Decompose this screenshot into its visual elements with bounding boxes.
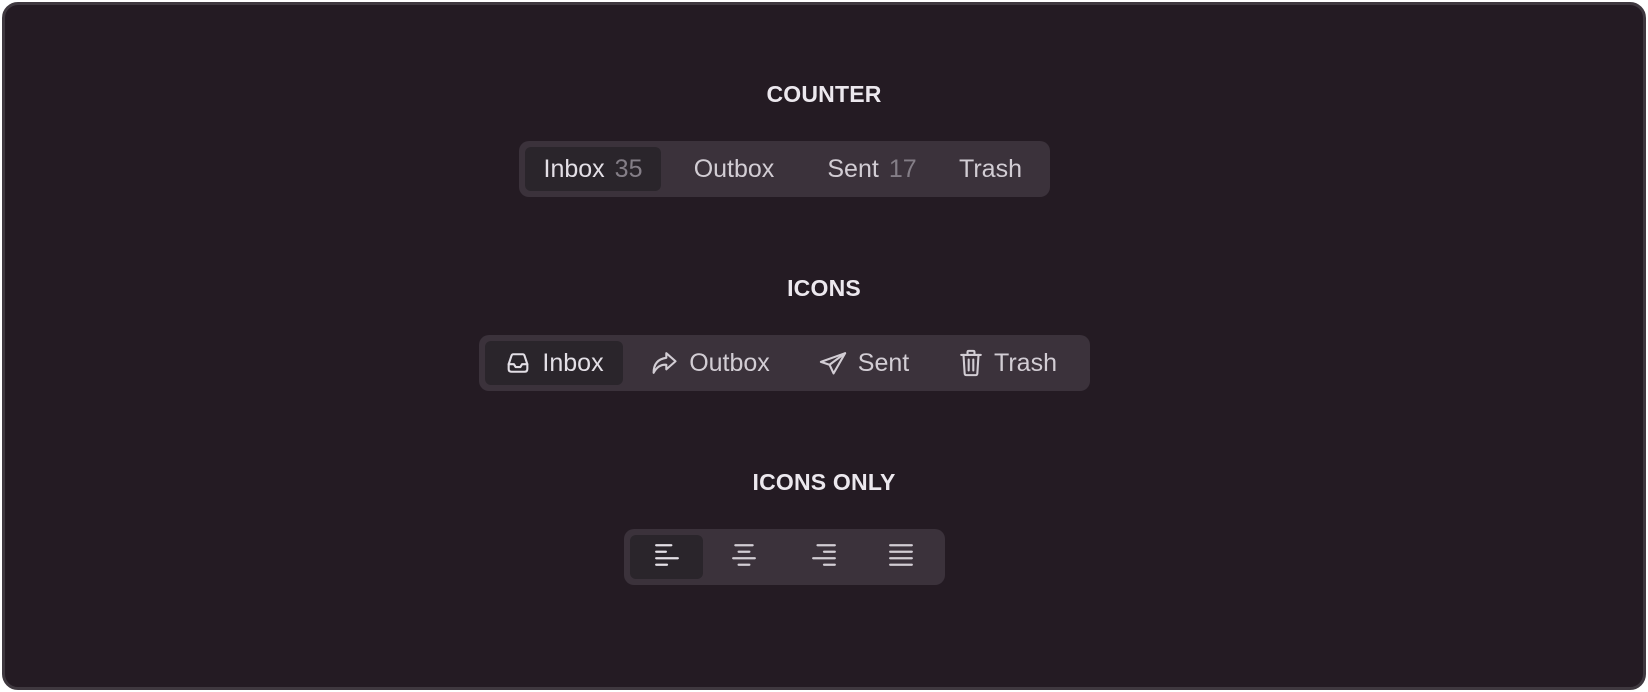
align-left-button[interactable] [630,535,703,579]
paper-plane-icon [818,349,848,377]
tab-sent[interactable]: Sent 17 [807,147,937,191]
section-title-icons-only: ICONS ONLY [752,469,896,495]
tab-label: Sent [857,348,910,377]
tab-label: Inbox [543,154,605,183]
tab-sent[interactable]: Sent [796,341,931,385]
tab-label: Outbox [689,348,770,377]
align-left-icon [654,542,680,573]
tab-label: Inbox [542,348,604,377]
align-center-button[interactable] [703,535,785,579]
tab-label: Trash [959,154,1022,183]
tab-label: Outbox [693,154,775,183]
align-right-icon [811,542,837,573]
trash-icon [958,348,984,378]
tab-label: Sent [827,154,879,183]
tab-trash[interactable]: Trash [937,147,1044,191]
align-justify-button[interactable] [863,535,939,579]
inbox-icon [504,349,532,377]
segmented-control-icons: Inbox Outbox Sent Trash [479,335,1090,391]
tab-trash[interactable]: Trash [931,341,1084,385]
tab-counter: 35 [614,154,643,183]
tab-label: Trash [994,348,1057,377]
tab-outbox[interactable]: Outbox [623,341,796,385]
section-title-icons: ICONS [787,275,861,301]
tab-inbox[interactable]: Inbox 35 [525,147,661,191]
tab-counter: 17 [888,154,917,183]
align-justify-icon [888,542,914,573]
align-right-button[interactable] [785,535,863,579]
align-center-icon [731,542,757,573]
share-arrow-icon [649,349,679,377]
section-title-counter: COUNTER [766,81,882,107]
preview-frame: COUNTER Inbox 35 Outbox Sent 17 Trash IC… [2,2,1646,690]
tab-outbox[interactable]: Outbox [661,147,807,191]
segmented-control-alignment [624,529,945,585]
segmented-control-counter: Inbox 35 Outbox Sent 17 Trash [519,141,1050,197]
tab-inbox[interactable]: Inbox [485,341,623,385]
